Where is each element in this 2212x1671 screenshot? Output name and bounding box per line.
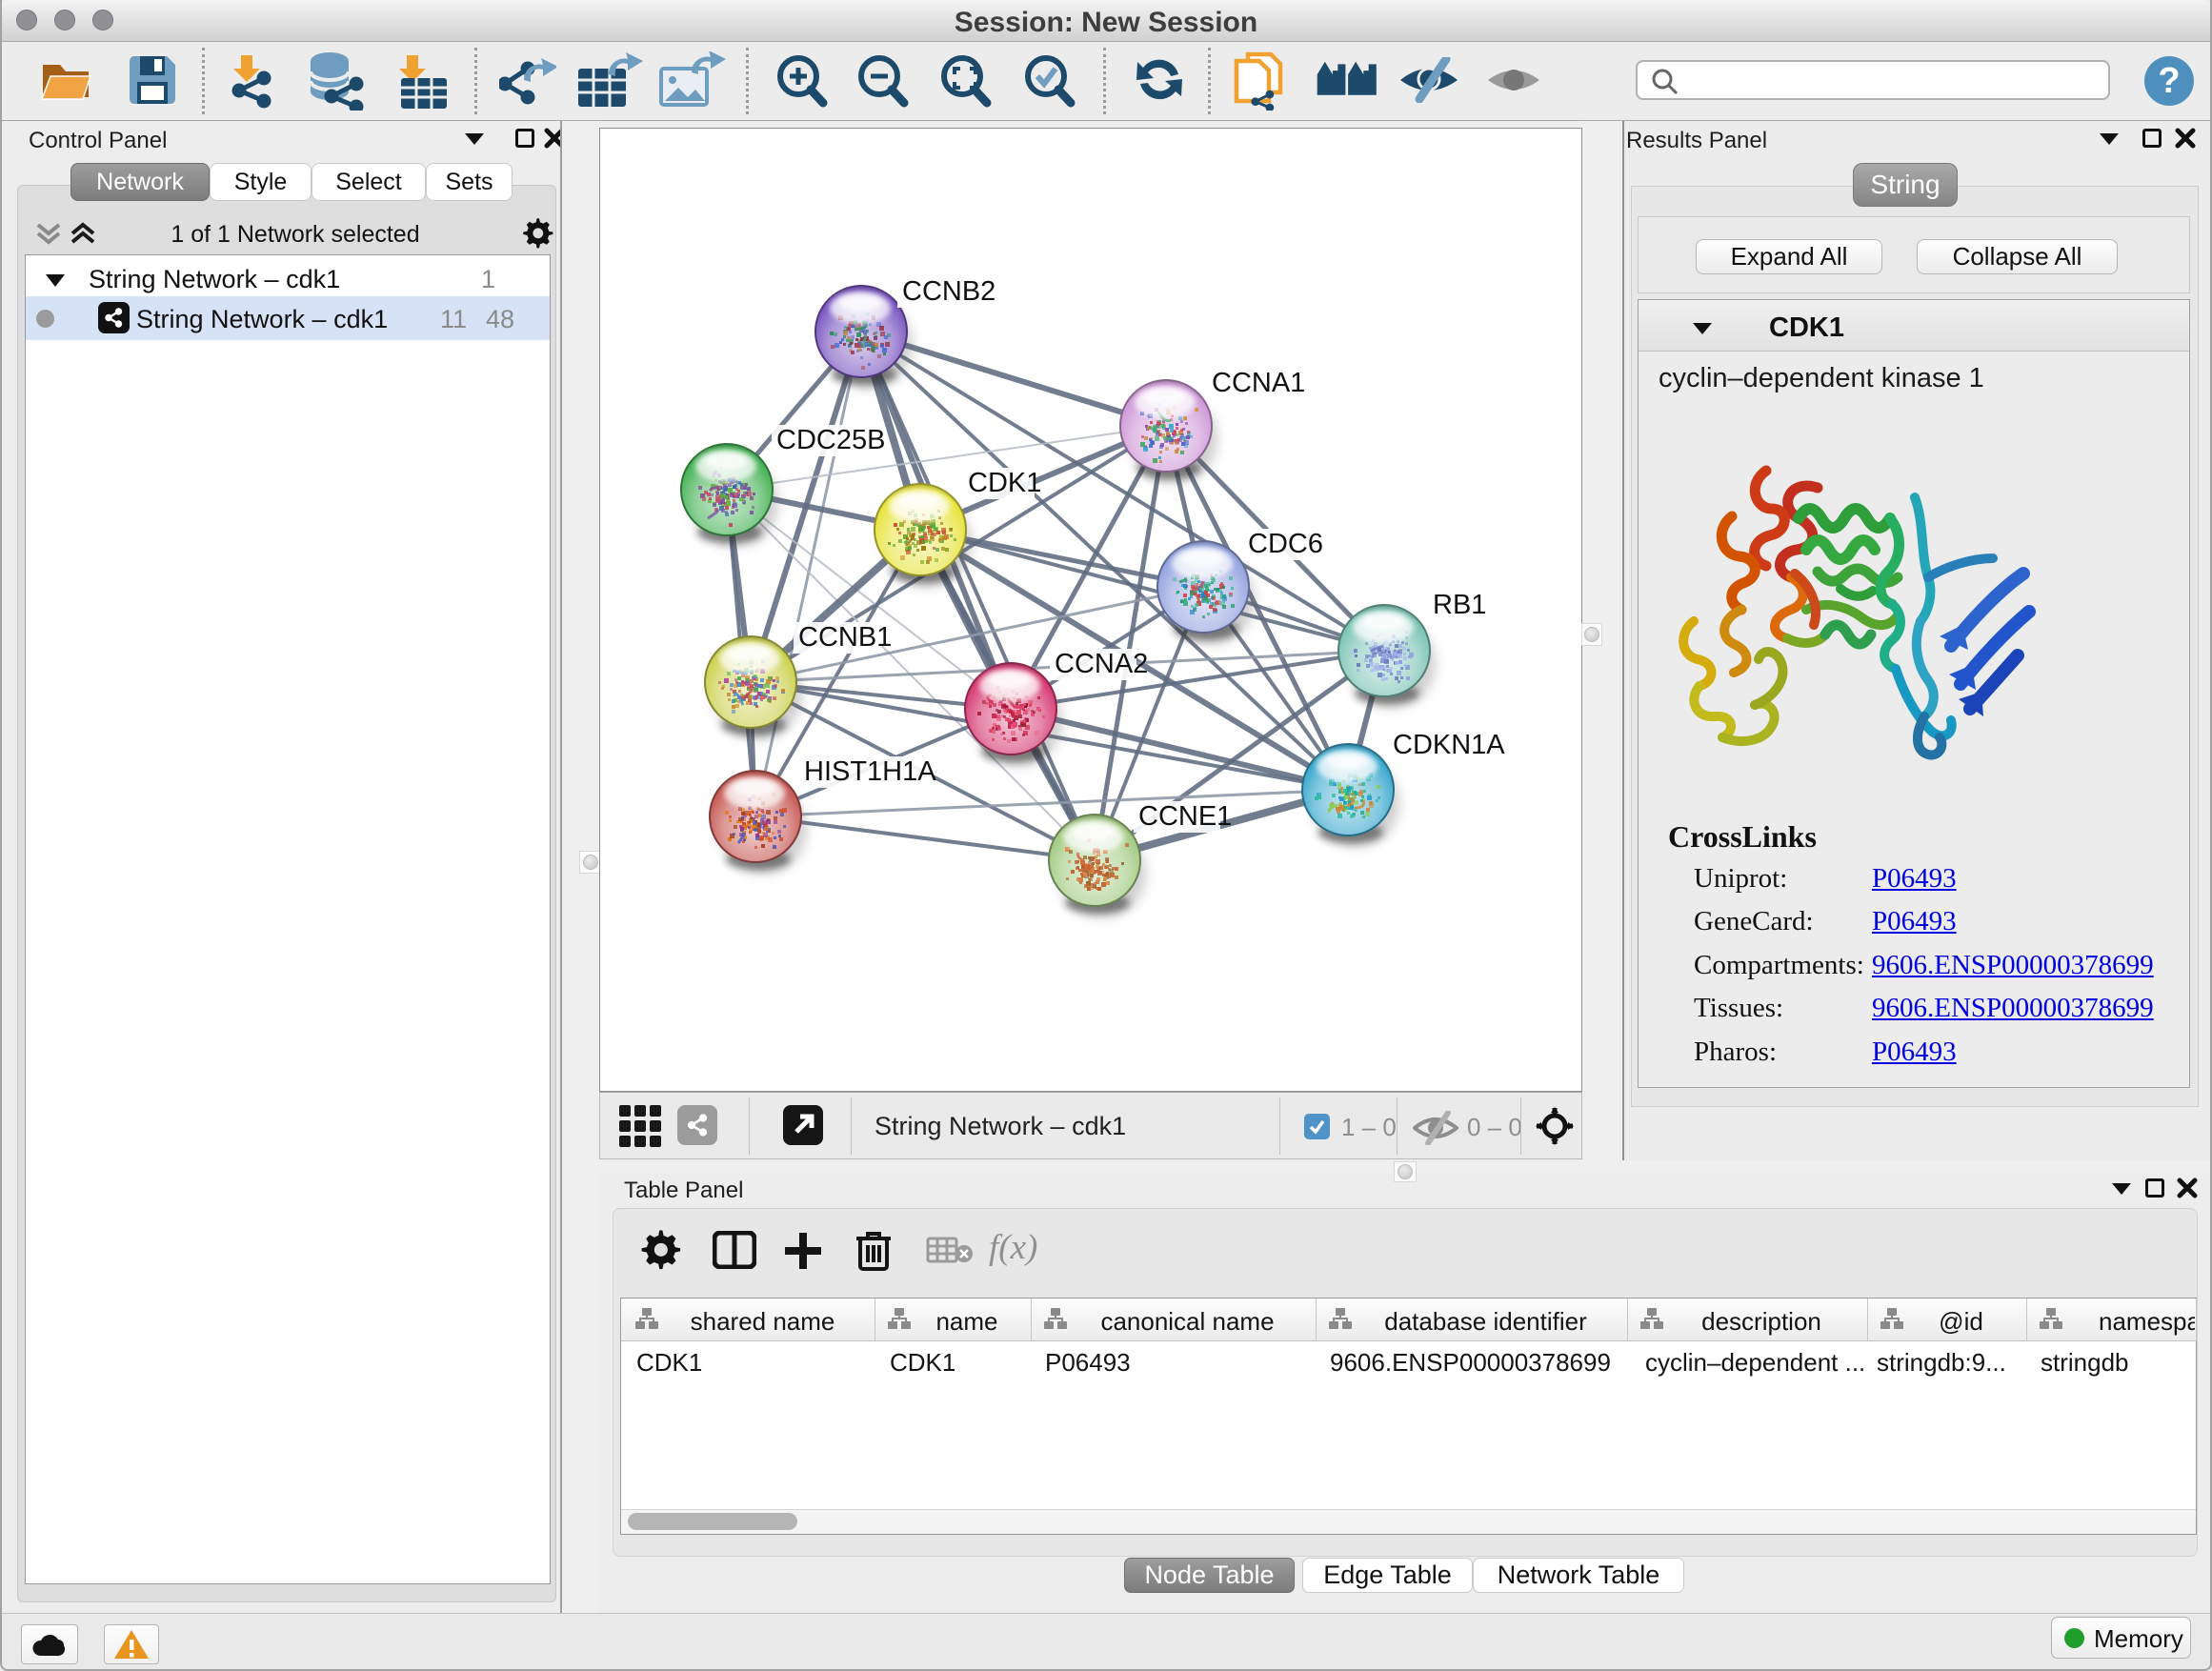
svg-text:CCNA2: CCNA2 — [1055, 649, 1148, 679]
svg-text:CCNA1: CCNA1 — [1212, 368, 1305, 398]
svg-text:CCNE1: CCNE1 — [1138, 801, 1232, 832]
svg-text:CDC6: CDC6 — [1248, 529, 1323, 559]
svg-text:CDK1: CDK1 — [968, 468, 1041, 498]
svg-text:CCNB1: CCNB1 — [798, 622, 892, 653]
svg-text:CDC25B: CDC25B — [776, 425, 885, 455]
svg-text:CCNB2: CCNB2 — [902, 276, 995, 307]
svg-text:HIST1H1A: HIST1H1A — [804, 756, 936, 787]
svg-text:CDKN1A: CDKN1A — [1393, 730, 1505, 760]
svg-text:RB1: RB1 — [1433, 590, 1486, 620]
